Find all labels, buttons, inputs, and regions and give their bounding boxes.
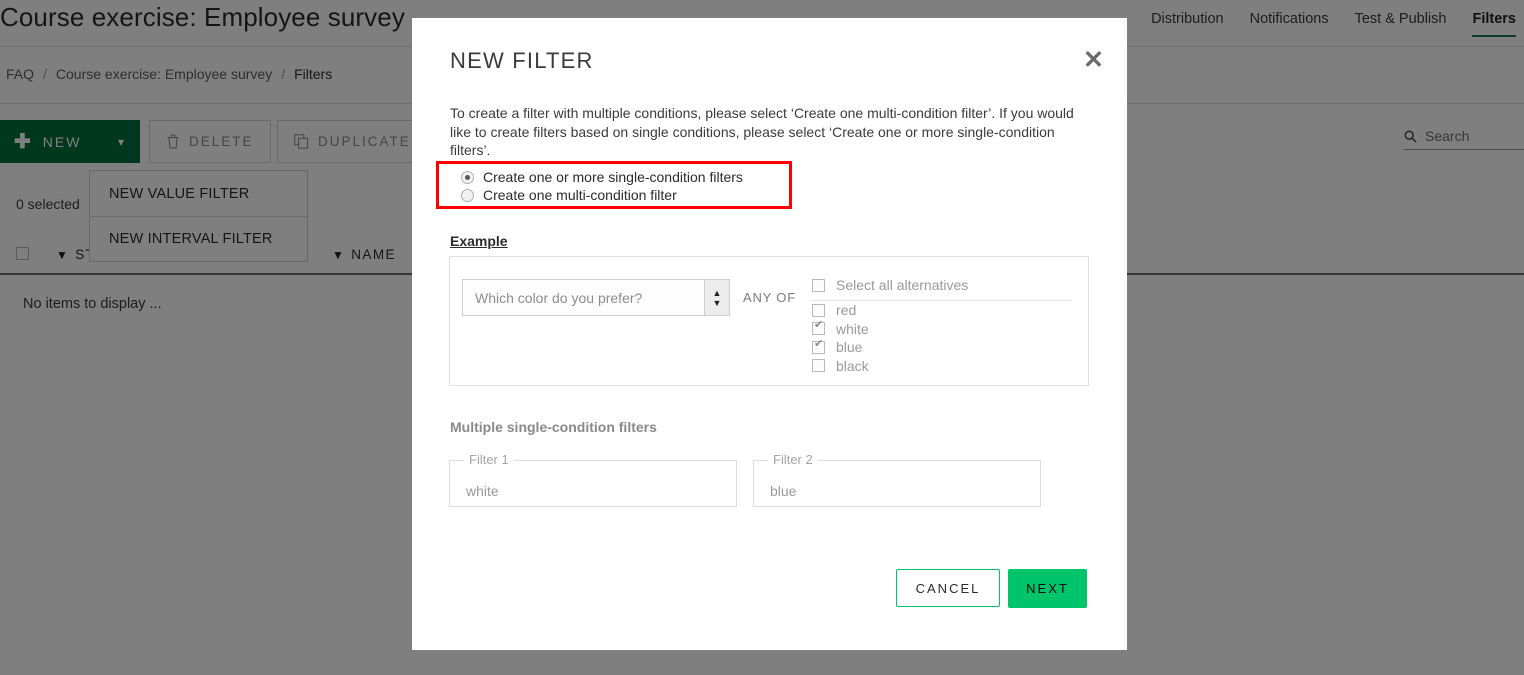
app-root: Course exercise: Employee survey Distrib… bbox=[0, 0, 1524, 675]
cancel-button[interactable]: CANCEL bbox=[896, 569, 1000, 607]
example-panel: Which color do you prefer? ▲ ▼ ANY OF Se… bbox=[449, 256, 1089, 386]
alternative-label: white bbox=[836, 320, 869, 337]
filter-1-value: white bbox=[466, 483, 499, 499]
alternative-label: blue bbox=[836, 339, 863, 356]
dialog-description: To create a filter with multiple conditi… bbox=[450, 105, 1074, 159]
filter-1-legend: Filter 1 bbox=[464, 452, 514, 467]
new-filter-dialog: NEW FILTER ✕ To create a filter with mul… bbox=[412, 18, 1127, 650]
radio-dot-icon bbox=[461, 170, 474, 184]
dialog-title: NEW FILTER bbox=[450, 48, 594, 73]
example-question-placeholder: Which color do you prefer? bbox=[475, 289, 643, 306]
radio-multi-condition-label: Create one multi-condition filter bbox=[483, 187, 677, 203]
filter-2-legend: Filter 2 bbox=[768, 452, 818, 467]
spinner-icon[interactable]: ▲ ▼ bbox=[704, 280, 729, 315]
radio-single-condition-label: Create one or more single-condition filt… bbox=[483, 169, 743, 185]
caret-down-icon: ▼ bbox=[712, 297, 722, 308]
filter-2-value: blue bbox=[770, 483, 797, 499]
radio-dot-icon bbox=[461, 188, 474, 202]
filter-type-radio-group: Create one or more single-condition filt… bbox=[436, 161, 792, 209]
radio-single-condition[interactable]: Create one or more single-condition filt… bbox=[461, 168, 789, 186]
next-button[interactable]: NEXT bbox=[1008, 569, 1087, 608]
list-item[interactable]: black bbox=[812, 357, 1072, 376]
checkbox-icon bbox=[812, 278, 825, 292]
list-item[interactable]: blue bbox=[812, 338, 1072, 357]
example-operator-label: ANY OF bbox=[743, 290, 796, 305]
example-question-select[interactable]: Which color do you prefer? ▲ ▼ bbox=[462, 279, 730, 316]
checkbox-icon bbox=[812, 339, 825, 354]
checkbox-icon bbox=[812, 359, 825, 373]
caret-up-icon: ▲ bbox=[712, 287, 722, 298]
close-icon[interactable]: ✕ bbox=[1083, 48, 1104, 73]
select-all-alternatives-label: Select all alternatives bbox=[836, 277, 969, 293]
filter-2-field[interactable]: Filter 2 blue bbox=[753, 452, 1041, 507]
list-item[interactable]: red bbox=[812, 301, 1072, 320]
checkbox-icon bbox=[812, 303, 825, 317]
radio-multi-condition[interactable]: Create one multi-condition filter bbox=[461, 186, 789, 204]
select-all-alternatives-row[interactable]: Select all alternatives bbox=[812, 277, 1072, 301]
example-link[interactable]: Example bbox=[450, 233, 508, 249]
checkbox-icon bbox=[812, 320, 825, 336]
alternative-label: black bbox=[836, 357, 869, 374]
example-alternatives-list: Select all alternatives red white blue b… bbox=[812, 277, 1072, 375]
filter-1-field[interactable]: Filter 1 white bbox=[449, 452, 737, 507]
alternative-label: red bbox=[836, 302, 857, 319]
list-item[interactable]: white bbox=[812, 320, 1072, 339]
result-section-label: Multiple single-condition filters bbox=[450, 419, 657, 435]
